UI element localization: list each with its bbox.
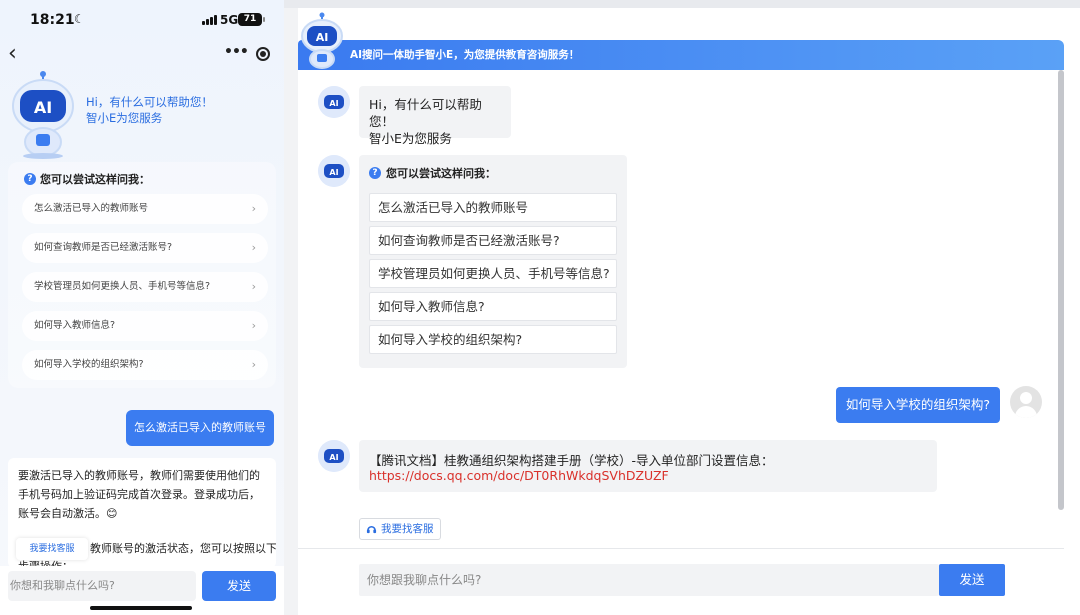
suggestion-label: 如何导入学校的组织架构?: [34, 359, 144, 370]
customer-service-button[interactable]: 我要找客服: [359, 518, 441, 540]
answer-tail: 教师账号的激活状态，您可以按照以下: [90, 542, 276, 555]
suggestion-item[interactable]: 学校管理员如何更换人员、手机号等信息?: [369, 259, 617, 288]
suggestion-label: 学校管理员如何更换人员、手机号等信息?: [34, 281, 211, 292]
suggest-title: ? 您可以尝试这样问我：: [24, 171, 150, 187]
suggest-title: ? 您可以尝试这样问我：: [369, 165, 496, 181]
mobile-user-message: 怎么激活已导入的教师账号: [126, 410, 274, 446]
suggestion-item[interactable]: 学校管理员如何更换人员、手机号等信息? ›: [22, 272, 268, 302]
suggestion-label: 怎么激活已导入的教师账号: [34, 203, 149, 214]
more-icon[interactable]: •••: [224, 44, 249, 60]
chevron-right-icon: ›: [251, 280, 256, 293]
battery-icon: 71: [238, 13, 265, 26]
desktop-send-button[interactable]: 发送: [939, 564, 1005, 596]
chevron-right-icon: ›: [251, 241, 256, 254]
svg-text:AI: AI: [34, 98, 52, 117]
robot-ai-icon: AI: [12, 71, 74, 159]
mobile-suggest-card: ? 您可以尝试这样问我： 怎么激活已导入的教师账号 › 如何查询教师是否已经激活…: [8, 162, 276, 388]
moon-icon: ☾: [74, 12, 85, 26]
chat-scrollbar[interactable]: [1058, 70, 1064, 510]
desktop-message-input[interactable]: 你想跟我聊点什么吗?: [359, 564, 939, 596]
desktop-banner: AI搜问一体助手智小E，为您提供教育咨询服务！: [298, 40, 1064, 70]
home-indicator: [90, 606, 192, 610]
page: 18:21 ☾ 5G 71 ‹ ••• AI Hi，有什么可以帮助您！ 智小E为…: [0, 0, 1080, 615]
ai-avatar: AI: [318, 440, 350, 472]
suggestion-item[interactable]: 如何查询教师是否已经激活账号?: [369, 226, 617, 255]
suggestion-item[interactable]: 如何导入教师信息? ›: [22, 311, 268, 341]
ai-suggest-bubble: ? 您可以尝试这样问我： 怎么激活已导入的教师账号 如何查询教师是否已经激活账号…: [359, 155, 627, 368]
chevron-right-icon: ›: [251, 358, 256, 371]
suggestion-item[interactable]: 如何导入教师信息?: [369, 292, 617, 321]
banner-title: AI搜问一体助手智小E，为您提供教育咨询服务！: [350, 49, 580, 61]
greeting-line1: Hi，有什么可以帮助您！: [369, 97, 482, 129]
mobile-hero: AI Hi，有什么可以帮助您！ 智小E为您服务: [0, 70, 284, 162]
headset-icon: [366, 525, 377, 533]
suggestion-item[interactable]: 怎么激活已导入的教师账号: [369, 193, 617, 222]
question-icon: ?: [369, 167, 381, 179]
back-arrow-icon[interactable]: ‹: [8, 42, 17, 66]
network-label: 5G: [220, 13, 239, 27]
question-icon: ?: [24, 173, 36, 185]
chevron-right-icon: ›: [251, 319, 256, 332]
suggestion-item[interactable]: 如何导入学校的组织架构?: [369, 325, 617, 354]
svg-text:AI: AI: [329, 168, 338, 177]
suggestion-item[interactable]: 如何查询教师是否已经激活账号? ›: [22, 233, 268, 263]
suggestion-item[interactable]: 怎么激活已导入的教师账号 ›: [22, 194, 268, 224]
mobile-send-button[interactable]: 发送: [202, 571, 276, 601]
greeting-line2: 智小E为您服务: [369, 131, 452, 146]
suggest-title-text: 您可以尝试这样问我：: [386, 167, 496, 180]
customer-service-button[interactable]: 我要找客服: [16, 538, 88, 560]
greeting-line1: Hi，有什么可以帮助您！: [86, 95, 213, 109]
greeting-line2: 智小E为您服务: [86, 111, 163, 125]
answer-text: 要激活已导入的教师账号，教师们需要使用他们的手机号码加上验证码完成首次登录。登录…: [18, 469, 260, 520]
status-time: 18:21: [30, 12, 75, 28]
suggestion-label: 如何查询教师是否已经激活账号?: [34, 242, 173, 253]
ai-avatar: AI: [318, 155, 350, 187]
desktop-top-strip: [284, 0, 1080, 8]
target-icon[interactable]: [256, 47, 270, 61]
suggest-title-text: 您可以尝试这样问我：: [40, 173, 150, 186]
svg-text:AI: AI: [329, 99, 338, 108]
ai-avatar: AI: [318, 86, 350, 118]
customer-service-label: 我要找客服: [381, 523, 434, 535]
chevron-right-icon: ›: [251, 202, 256, 215]
status-bar: 18:21 ☾ 5G 71: [0, 0, 284, 40]
svg-text:AI: AI: [316, 31, 329, 44]
suggestion-label: 如何导入教师信息?: [34, 320, 116, 331]
user-avatar-icon: [1010, 386, 1042, 418]
input-divider: [298, 548, 1064, 549]
robot-ai-icon: AI: [301, 12, 343, 69]
desktop-chat-area: AI Hi，有什么可以帮助您！ 智小E为您服务 AI ? 您可以尝试这样问我： …: [298, 70, 1064, 548]
mobile-message-input[interactable]: 你想和我聊点什么吗?: [8, 571, 196, 601]
mobile-panel: 18:21 ☾ 5G 71 ‹ ••• AI Hi，有什么可以帮助您！ 智小E为…: [0, 0, 284, 615]
svg-text:AI: AI: [329, 453, 338, 462]
ai-link-answer: 【腾讯文档】桂教通组织架构搭建手册（学校）-导入单位部门设置信息： https:…: [359, 440, 937, 492]
doc-link[interactable]: https://docs.qq.com/doc/DT0RhWkdqSVhDZUZ…: [369, 468, 669, 483]
ai-greeting-bubble: Hi，有什么可以帮助您！ 智小E为您服务: [359, 86, 511, 146]
mobile-greeting: Hi，有什么可以帮助您！ 智小E为您服务: [86, 94, 213, 126]
desktop-user-message: 如何导入学校的组织架构?: [836, 387, 1000, 423]
suggestion-item[interactable]: 如何导入学校的组织架构? ›: [22, 350, 268, 380]
nav-bar: ‹ •••: [0, 40, 284, 70]
link-answer-text: 【腾讯文档】桂教通组织架构搭建手册（学校）-导入单位部门设置信息：: [369, 453, 774, 468]
mobile-answer: 要激活已导入的教师账号，教师们需要使用他们的手机号码加上验证码完成首次登录。登录…: [8, 458, 276, 568]
signal-icon: [202, 15, 217, 25]
mobile-input-bar: 你想和我聊点什么吗? 发送: [0, 566, 284, 615]
desktop-panel: AI搜问一体助手智小E，为您提供教育咨询服务！ AI AI Hi，有什么可以帮助…: [284, 0, 1080, 615]
